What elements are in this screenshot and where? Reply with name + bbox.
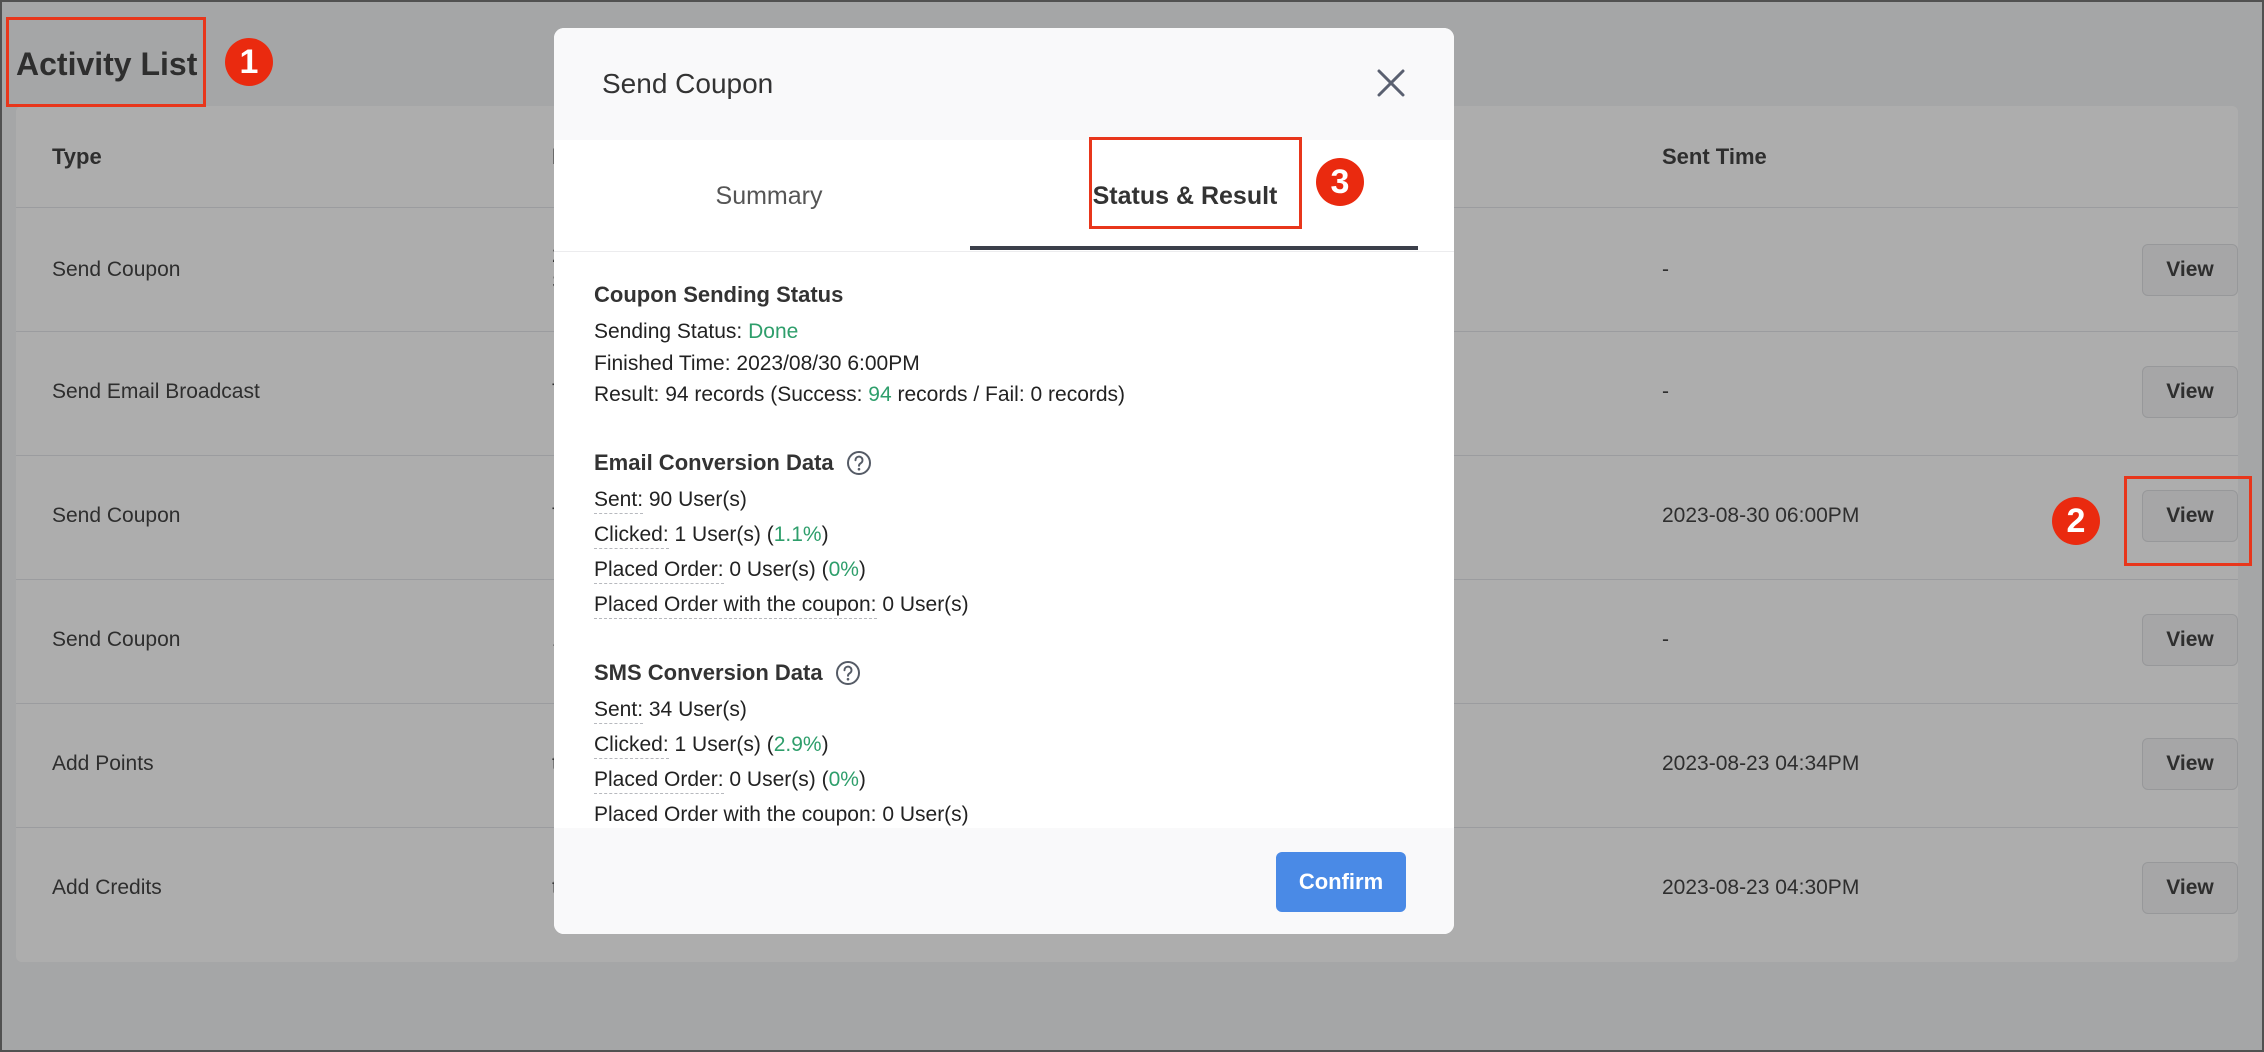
annotation-badge-2: 2 [2052,497,2100,545]
sms-coupon-value: 0 User(s) [876,803,969,826]
email-coupon-value: 0 User(s) [876,593,969,616]
sms-placed-label: Placed Order: [594,768,724,794]
annotation-badge-1: 1 [225,38,273,86]
paren: ) [858,768,866,791]
email-sent-line: Sent: 90 User(s) [594,488,747,514]
section-title-text: Coupon Sending Status [594,282,844,307]
sms-clicked-line: Clicked: 1 User(s) (2.9%) [594,733,829,759]
coupon-status-title: Coupon Sending Status [594,282,843,308]
section-title-text: SMS Conversion Data [594,660,823,685]
result-prefix: Result: 94 records (Success: [594,383,869,406]
sms-coupon-label: Placed Order with the coupon: [594,803,877,829]
modal-header: Send Coupon [554,28,1454,140]
annotation-box-title [6,17,206,107]
active-tab-indicator [970,246,1418,250]
confirm-button[interactable]: Confirm [1276,852,1406,912]
sending-status-label: Sending Status: [594,320,749,343]
email-placed-line: Placed Order: 0 User(s) (0%) [594,558,866,584]
email-sent-value: 90 User(s) [643,488,747,511]
annotation-box-status-tab [1089,137,1302,229]
email-placed-value: 0 User(s) ( [723,558,829,581]
result-success-count: 94 [868,383,892,406]
annotation-badge-3: 3 [1316,158,1364,206]
sms-coupon-line: Placed Order with the coupon: 0 User(s) [594,803,969,829]
email-coupon-line: Placed Order with the coupon: 0 User(s) [594,593,969,619]
paren: ) [821,523,829,546]
email-placed-label: Placed Order: [594,558,724,584]
modal-footer: Confirm [554,828,1454,934]
modal-title: Send Coupon [602,68,774,99]
email-conversion-title: Email Conversion Data [594,450,872,476]
annotation-box-view [2124,476,2252,566]
sms-placed-value: 0 User(s) ( [723,768,829,791]
modal-tabs: Summary Status & Result [554,140,1454,252]
sms-sent-line: Sent: 34 User(s) [594,698,747,724]
sms-conversion-title: SMS Conversion Data [594,660,861,686]
sms-sent-label: Sent: [594,698,644,724]
email-coupon-label: Placed Order with the coupon: [594,593,877,619]
close-icon[interactable] [1374,66,1408,100]
sms-sent-value: 34 User(s) [643,698,747,721]
sms-clicked-value: 1 User(s) ( [668,733,774,756]
help-icon[interactable] [835,660,861,686]
email-clicked-pct: 1.1% [773,523,822,546]
result-line: Result: 94 records (Success: 94 records … [594,383,1125,407]
email-clicked-label: Clicked: [594,523,669,549]
sending-status-value: Done [748,320,799,343]
email-placed-pct: 0% [828,558,859,581]
send-coupon-modal: Send Coupon Summary Status & Result Coup… [554,28,1454,934]
sms-clicked-pct: 2.9% [773,733,822,756]
email-clicked-line: Clicked: 1 User(s) (1.1%) [594,523,829,549]
email-sent-label: Sent: [594,488,644,514]
sms-placed-pct: 0% [828,768,859,791]
help-icon[interactable] [846,450,872,476]
sending-status-line: Sending Status: Done [594,320,798,344]
sms-clicked-label: Clicked: [594,733,669,759]
sms-placed-line: Placed Order: 0 User(s) (0%) [594,768,866,794]
paren: ) [858,558,866,581]
finished-time-line: Finished Time: 2023/08/30 6:00PM [594,352,920,375]
tab-summary[interactable]: Summary [554,140,984,252]
section-title-text: Email Conversion Data [594,450,834,475]
result-suffix: records / Fail: 0 records) [891,383,1126,406]
paren: ) [821,733,829,756]
email-clicked-value: 1 User(s) ( [668,523,774,546]
